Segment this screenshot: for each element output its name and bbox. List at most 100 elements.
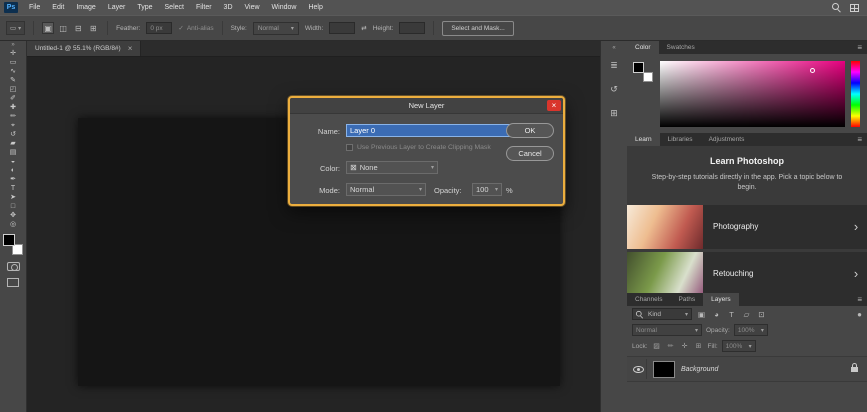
menu-help[interactable]: Help	[302, 0, 328, 15]
panel-menu-icon[interactable]: ≡	[852, 41, 867, 54]
layer-filter-select[interactable]: Kind ▾	[632, 308, 692, 320]
fill-input[interactable]: 100% ▾	[721, 340, 756, 352]
cancel-button[interactable]: Cancel	[506, 146, 554, 161]
lock-transparency-icon[interactable]: ▨	[652, 341, 662, 351]
hue-slider[interactable]	[851, 61, 860, 127]
clone-stamp-tool[interactable]: ⌖	[1, 121, 26, 130]
libraries-panel-icon[interactable]: ⊞	[602, 101, 627, 125]
tab-adjustments[interactable]: Adjustments	[701, 133, 753, 146]
eyedropper-tool[interactable]: ✐	[1, 94, 26, 103]
layer-name-input[interactable]: Layer 0	[346, 124, 512, 137]
spot-healing-brush-tool[interactable]: ✚	[1, 103, 26, 112]
saturation-brightness-field[interactable]	[660, 61, 845, 127]
menu-edit[interactable]: Edit	[46, 0, 70, 15]
pixel-layer-filter-icon[interactable]: ▣	[696, 309, 707, 320]
panel-menu-icon[interactable]: ≡	[852, 293, 867, 306]
color-cursor[interactable]	[810, 68, 816, 74]
background-color-swatch[interactable]	[643, 72, 653, 82]
menu-window[interactable]: Window	[266, 0, 303, 15]
pen-tool[interactable]: ✒	[1, 175, 26, 184]
clipping-mask-checkbox-row[interactable]: Use Previous Layer to Create Clipping Ma…	[346, 144, 491, 151]
anti-alias-checkbox[interactable]: ✓ Anti-alias	[178, 24, 213, 33]
menu-type[interactable]: Type	[131, 0, 158, 15]
zoom-tool[interactable]: ◎	[1, 220, 26, 229]
document-tab[interactable]: Untitled-1 @ 55.1% (RGB/8#) ×	[27, 41, 142, 56]
subtract-selection-icon[interactable]: ⊟	[72, 22, 84, 34]
layer-thumbnail[interactable]	[653, 360, 675, 378]
hand-tool[interactable]: ✥	[1, 211, 26, 220]
type-layer-filter-icon[interactable]: T	[726, 309, 737, 320]
lock-pixels-icon[interactable]: ✏	[666, 341, 676, 351]
dodge-tool[interactable]: ◐	[1, 166, 26, 175]
workspace-switcher-icon[interactable]	[850, 3, 859, 12]
dialog-title-bar[interactable]: New Layer ×	[290, 98, 563, 114]
ok-button[interactable]: OK	[506, 123, 554, 138]
blend-mode-select[interactable]: Normal ▾	[632, 324, 702, 336]
tab-color[interactable]: Color	[627, 41, 659, 54]
blend-mode-select[interactable]: Normal ▾	[346, 183, 426, 196]
panel-menu-icon[interactable]: ≡	[852, 133, 867, 146]
select-and-mask-button[interactable]: Select and Mask...	[442, 20, 514, 36]
opacity-input[interactable]: 100% ▾	[733, 324, 768, 336]
properties-panel-icon[interactable]: ≣	[602, 53, 627, 77]
blur-tool[interactable]: ◒	[1, 157, 26, 166]
learn-item-retouching[interactable]: Retouching ›	[627, 251, 867, 293]
tab-channels[interactable]: Channels	[627, 293, 670, 306]
menu-3d[interactable]: 3D	[218, 0, 239, 15]
tab-swatches[interactable]: Swatches	[659, 41, 703, 54]
gradient-tool[interactable]: ▤	[1, 148, 26, 157]
tool-preset-picker[interactable]: ▭ ▾	[6, 21, 26, 35]
filter-toggle-icon[interactable]: ●	[857, 310, 862, 319]
tab-layers[interactable]: Layers	[703, 293, 739, 306]
layer-row-background[interactable]: Background	[627, 356, 867, 382]
collapse-toolbar-icon[interactable]: »	[11, 41, 14, 49]
foreground-color-swatch[interactable]	[633, 62, 644, 73]
opacity-input[interactable]: 100 ▾	[472, 183, 502, 196]
type-tool[interactable]: T	[1, 184, 26, 193]
rectangular-marquee-tool[interactable]: ▭	[1, 58, 26, 67]
close-icon[interactable]: ×	[128, 44, 133, 53]
add-selection-icon[interactable]: ◫	[57, 22, 69, 34]
feather-input[interactable]: 0 px	[146, 22, 173, 34]
quick-mask-icon[interactable]	[6, 262, 20, 271]
smart-object-filter-icon[interactable]: ⊡	[756, 309, 767, 320]
search-icon[interactable]	[832, 3, 841, 12]
checkbox-icon[interactable]	[346, 144, 353, 151]
eraser-tool[interactable]: ▰	[1, 139, 26, 148]
brush-tool[interactable]: ✏	[1, 112, 26, 121]
intersect-selection-icon[interactable]: ⊞	[87, 22, 99, 34]
learn-item-photography[interactable]: Photography ›	[627, 204, 867, 249]
tab-paths[interactable]: Paths	[670, 293, 703, 306]
new-selection-icon[interactable]: ▣	[42, 22, 55, 34]
swap-dimensions-icon[interactable]: ⇄	[361, 24, 366, 32]
lock-position-icon[interactable]: ✛	[680, 341, 690, 351]
menu-layer[interactable]: Layer	[102, 0, 132, 15]
move-tool[interactable]: ✛	[1, 49, 26, 58]
foreground-color-swatch[interactable]	[3, 234, 15, 246]
lasso-tool[interactable]: ∿	[1, 67, 26, 76]
close-icon[interactable]: ×	[547, 100, 561, 111]
menu-view[interactable]: View	[239, 0, 266, 15]
menu-filter[interactable]: Filter	[190, 0, 218, 15]
width-input[interactable]	[329, 22, 356, 34]
layer-name[interactable]: Background	[681, 366, 718, 373]
rectangle-tool[interactable]: □	[1, 202, 26, 211]
crop-tool[interactable]: ◰	[1, 85, 26, 94]
menu-file[interactable]: File	[23, 0, 46, 15]
history-brush-tool[interactable]: ↺	[1, 130, 26, 139]
adjustment-layer-filter-icon[interactable]: ◕	[711, 309, 722, 320]
style-select[interactable]: Normal ▾	[252, 21, 299, 35]
menu-image[interactable]: Image	[70, 0, 101, 15]
layer-color-select[interactable]: ⊠ None ▾	[346, 161, 438, 174]
history-panel-icon[interactable]: ↺	[602, 77, 627, 101]
tab-libraries[interactable]: Libraries	[660, 133, 701, 146]
path-selection-tool[interactable]: ➤	[1, 193, 26, 202]
quick-selection-tool[interactable]: ✎	[1, 76, 26, 85]
shape-layer-filter-icon[interactable]: ▱	[741, 309, 752, 320]
lock-artboard-icon[interactable]: ⊞	[694, 341, 704, 351]
screen-mode-icon[interactable]	[7, 278, 19, 287]
height-input[interactable]	[399, 22, 426, 34]
menu-select[interactable]: Select	[159, 0, 190, 15]
layer-visibility-toggle[interactable]	[631, 359, 647, 379]
tab-learn[interactable]: Learn	[627, 133, 660, 146]
